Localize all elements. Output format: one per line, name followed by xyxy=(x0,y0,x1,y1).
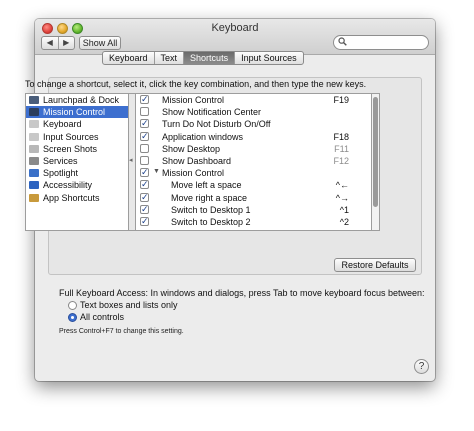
shortcut-key[interactable]: F12 xyxy=(333,156,349,166)
shortcut-label: Switch to Desktop 2 xyxy=(171,216,251,227)
tab-bar: Keyboard Text Shortcuts Input Sources xyxy=(102,51,304,65)
shortcut-list-scrollbar[interactable] xyxy=(372,93,380,231)
mission-control-icon xyxy=(29,108,39,117)
shortcut-label: Mission Control xyxy=(162,168,225,179)
shortcut-key[interactable]: ^→ xyxy=(336,193,349,203)
input-sources-icon xyxy=(29,132,39,141)
accessibility-icon xyxy=(29,181,39,190)
shortcut-key[interactable]: ^1 xyxy=(340,205,349,215)
shortcut-key[interactable]: ^2 xyxy=(340,217,349,227)
radio-all-controls[interactable]: All controls xyxy=(68,312,124,322)
category-item[interactable]: Accessibility xyxy=(26,179,128,191)
radio-label: All controls xyxy=(80,312,125,322)
shortcut-row[interactable]: ✓ Move right a space ^→ xyxy=(136,192,371,204)
control-f7-note: Press Control+F7 to change this setting. xyxy=(59,328,184,335)
shortcut-row[interactable]: ✓ Switch to Desktop 1 ^1 xyxy=(136,204,371,216)
window-title: Keyboard xyxy=(211,22,259,34)
disclosure-triangle-icon[interactable]: ▼ xyxy=(153,168,160,175)
shortcut-row[interactable]: ✓ Move left a space ^← xyxy=(136,179,371,191)
category-item[interactable]: Keyboard xyxy=(26,118,128,130)
spotlight-icon xyxy=(29,169,39,178)
shortcut-checkbox[interactable] xyxy=(140,143,149,153)
category-item[interactable]: Services xyxy=(26,155,128,167)
radio-label: Text boxes and lists only xyxy=(80,300,178,310)
shortcut-checkbox[interactable]: ✓ xyxy=(140,119,149,129)
shortcut-list[interactable]: ✓ Mission Control F19 Show Notification Cen… xyxy=(135,93,372,231)
screen-shots-icon xyxy=(29,144,39,153)
shortcut-label: Application windows xyxy=(162,131,244,142)
category-label: Input Sources xyxy=(43,131,99,142)
forward-icon[interactable]: ▶ xyxy=(59,37,75,49)
shortcut-key[interactable]: F11 xyxy=(334,144,349,154)
tab-input-sources[interactable]: Input Sources xyxy=(235,52,303,64)
full-keyboard-access-label: Full Keyboard Access: In windows and dia… xyxy=(59,288,425,298)
shortcut-row[interactable]: Show Desktop F11 xyxy=(136,143,371,155)
shortcut-label: Show Notification Center xyxy=(162,107,262,118)
shortcut-checkbox[interactable]: ✓ xyxy=(140,180,149,190)
shortcut-row[interactable]: Show Dashboard F12 xyxy=(136,155,371,167)
app-shortcuts-icon xyxy=(29,193,39,202)
category-label: Mission Control xyxy=(43,107,106,118)
keyboard-icon xyxy=(29,120,39,129)
shortcut-checkbox[interactable] xyxy=(140,155,149,165)
search-field[interactable] xyxy=(333,35,429,50)
shortcut-label: Switch to Desktop 1 xyxy=(171,204,251,215)
shortcut-checkbox[interactable]: ✓ xyxy=(140,131,149,141)
shortcut-row[interactable]: ✓ Switch to Desktop 2 ^2 xyxy=(136,216,371,228)
scrollbar-thumb[interactable] xyxy=(373,97,378,207)
category-list[interactable]: Launchpad & Dock Mission Control Keyboard I… xyxy=(25,93,129,231)
shortcut-row[interactable]: Show Notification Center xyxy=(136,106,371,118)
category-item[interactable]: Launchpad & Dock xyxy=(26,94,128,106)
category-label: Spotlight xyxy=(43,168,79,179)
shortcut-key[interactable]: F18 xyxy=(333,132,349,142)
back-forward-control: ◀ ▶ xyxy=(41,36,75,50)
category-item[interactable]: App Shortcuts xyxy=(26,192,128,204)
services-icon xyxy=(29,157,39,166)
splitter-grip-icon: ◂ xyxy=(129,157,133,164)
shortcut-key[interactable]: ^← xyxy=(336,180,349,190)
title-bar: Keyboard ◀ ▶ Show All xyxy=(35,19,435,55)
category-label: Services xyxy=(43,156,78,167)
show-all-button[interactable]: Show All xyxy=(79,36,121,50)
restore-defaults-button[interactable]: Restore Defaults xyxy=(334,258,416,272)
category-label: App Shortcuts xyxy=(43,192,100,203)
category-item[interactable]: Spotlight xyxy=(26,167,128,179)
shortcut-row[interactable]: ✓ ▼ Mission Control xyxy=(136,167,371,179)
category-item[interactable]: Input Sources xyxy=(26,131,128,143)
shortcut-label: Move left a space xyxy=(171,180,242,191)
search-icon xyxy=(338,37,347,48)
help-button[interactable]: ? xyxy=(414,359,429,374)
shortcut-checkbox[interactable]: ✓ xyxy=(140,192,149,202)
category-label: Launchpad & Dock xyxy=(43,95,120,106)
shortcut-label: Move right a space xyxy=(171,192,248,203)
category-label: Screen Shots xyxy=(43,143,98,154)
shortcut-row[interactable]: ✓ Application windows F18 xyxy=(136,131,371,143)
tab-text[interactable]: Text xyxy=(155,52,185,64)
radio-button[interactable] xyxy=(68,312,77,322)
back-icon[interactable]: ◀ xyxy=(42,37,59,49)
shortcut-label: Mission Control xyxy=(162,95,225,105)
shortcut-checkbox[interactable]: ✓ xyxy=(140,95,149,104)
shortcut-row[interactable]: ✓ Turn Do Not Disturb On/Off xyxy=(136,118,371,130)
tab-keyboard[interactable]: Keyboard xyxy=(103,52,155,64)
shortcut-label: Show Desktop xyxy=(162,143,221,154)
shortcut-row[interactable]: ✓ Mission Control F19 xyxy=(136,94,371,106)
shortcut-checkbox[interactable]: ✓ xyxy=(140,168,149,178)
shortcut-key[interactable]: F19 xyxy=(333,95,349,105)
category-item[interactable]: Mission Control xyxy=(26,106,128,119)
shortcut-label: Turn Do Not Disturb On/Off xyxy=(162,119,271,130)
instruction-text: To change a shortcut, select it, click t… xyxy=(25,79,367,89)
category-label: Keyboard xyxy=(43,119,82,130)
category-item[interactable]: Screen Shots xyxy=(26,143,128,155)
radio-text-boxes-and-lists[interactable]: Text boxes and lists only xyxy=(68,300,178,310)
shortcut-checkbox[interactable] xyxy=(140,107,149,117)
shortcut-checkbox[interactable]: ✓ xyxy=(140,204,149,214)
shortcut-checkbox[interactable]: ✓ xyxy=(140,216,149,226)
radio-button[interactable] xyxy=(68,300,77,310)
category-label: Accessibility xyxy=(43,180,93,191)
tab-shortcuts[interactable]: Shortcuts xyxy=(184,52,236,64)
shortcut-label: Show Dashboard xyxy=(162,155,232,166)
launchpad-icon xyxy=(29,96,39,105)
